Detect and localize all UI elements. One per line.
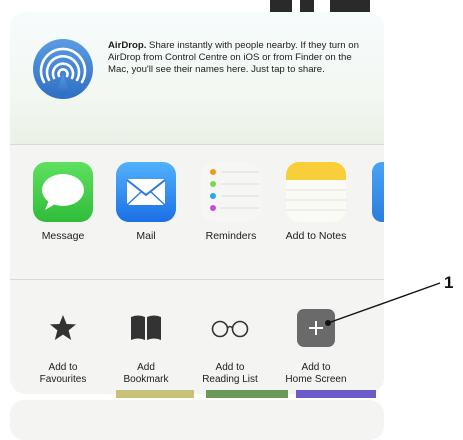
callout-line [325,282,441,326]
callout-number: 1 [444,273,454,292]
